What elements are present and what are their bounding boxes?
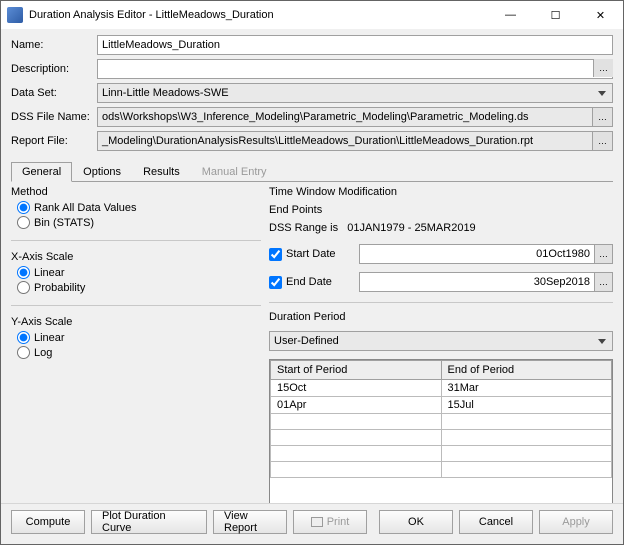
close-button[interactable]: ✕ (578, 1, 623, 29)
xaxis-group: X-Axis Scale Linear Probability (11, 251, 261, 295)
name-input[interactable] (97, 35, 613, 55)
tab-manual-entry: Manual Entry (191, 162, 278, 182)
table-row[interactable] (271, 462, 612, 478)
reportfile-label: Report File: (11, 135, 97, 147)
description-label: Description: (11, 63, 97, 75)
button-bar: Compute Plot Duration Curve View Report … (1, 503, 623, 544)
endpoints-label: End Points (269, 204, 613, 216)
table-row[interactable] (271, 414, 612, 430)
duration-table[interactable]: Start of Period End of Period 15Oct31Mar… (269, 359, 613, 503)
reportfile-browse-button[interactable]: … (592, 132, 612, 150)
tab-results[interactable]: Results (132, 162, 191, 182)
dssfile-label: DSS File Name: (11, 111, 97, 123)
tab-general[interactable]: General (11, 162, 72, 182)
enddate-picker-button[interactable]: … (594, 273, 612, 291)
cancel-button[interactable]: Cancel (459, 510, 533, 534)
maximize-button[interactable]: ☐ (533, 1, 578, 29)
right-column: Time Window Modification End Points DSS … (269, 186, 613, 497)
header-form: Name: Description: … Data Set: Linn-Litt… (1, 29, 623, 157)
name-label: Name: (11, 39, 97, 51)
startdate-picker-button[interactable]: … (594, 245, 612, 263)
minimize-button[interactable]: — (488, 1, 533, 29)
xaxis-title: X-Axis Scale (11, 251, 261, 263)
left-column: Method Rank All Data Values Bin (STATS) … (11, 186, 261, 497)
dss-range-value: 01JAN1979 - 25MAR2019 (347, 222, 475, 234)
duration-selector[interactable]: User-Defined (269, 331, 613, 351)
titlebar: Duration Analysis Editor - LittleMeadows… (1, 1, 623, 29)
dssfile-field[interactable]: ods\Workshops\W3_Inference_Modeling\Para… (97, 107, 613, 127)
enddate-checkbox[interactable] (269, 276, 282, 289)
table-row[interactable]: 15Oct31Mar (271, 380, 612, 397)
reportfile-field[interactable]: _Modeling\DurationAnalysisResults\Little… (97, 131, 613, 151)
tab-body-general: Method Rank All Data Values Bin (STATS) … (1, 182, 623, 503)
startdate-input[interactable] (359, 244, 613, 264)
apply-button: Apply (539, 510, 613, 534)
xaxis-prob-radio[interactable] (17, 281, 30, 294)
col-start-header[interactable]: Start of Period (271, 361, 442, 380)
compute-button[interactable]: Compute (11, 510, 85, 534)
app-window: Duration Analysis Editor - LittleMeadows… (0, 0, 624, 545)
dss-range-label: DSS Range is (269, 222, 338, 234)
view-report-button[interactable]: View Report (213, 510, 287, 534)
window-title: Duration Analysis Editor - LittleMeadows… (29, 9, 488, 21)
method-rank-radio[interactable] (17, 201, 30, 214)
xaxis-linear-radio[interactable] (17, 266, 30, 279)
yaxis-linear-label: Linear (34, 332, 65, 344)
yaxis-log-label: Log (34, 347, 52, 359)
method-title: Method (11, 186, 261, 198)
timewin-title: Time Window Modification (269, 186, 613, 198)
dssfile-browse-button[interactable]: … (592, 108, 612, 126)
method-bin-radio[interactable] (17, 216, 30, 229)
ok-button[interactable]: OK (379, 510, 453, 534)
method-bin-label: Bin (STATS) (34, 217, 94, 229)
tab-strip: General Options Results Manual Entry (11, 161, 613, 182)
print-icon (311, 517, 323, 527)
yaxis-log-radio[interactable] (17, 346, 30, 359)
table-row[interactable] (271, 446, 612, 462)
dataset-label: Data Set: (11, 87, 97, 99)
yaxis-linear-radio[interactable] (17, 331, 30, 344)
method-rank-label: Rank All Data Values (34, 202, 137, 214)
tab-options[interactable]: Options (72, 162, 132, 182)
dataset-combo[interactable]: Linn-Little Meadows-SWE (97, 83, 613, 103)
table-row[interactable] (271, 430, 612, 446)
xaxis-linear-label: Linear (34, 267, 65, 279)
description-expand-button[interactable]: … (593, 59, 613, 77)
duration-title: Duration Period (269, 311, 613, 323)
description-input[interactable] (97, 59, 613, 79)
enddate-input[interactable] (359, 272, 613, 292)
xaxis-prob-label: Probability (34, 282, 85, 294)
startdate-label: Start Date (286, 248, 336, 260)
plot-button[interactable]: Plot Duration Curve (91, 510, 207, 534)
print-button: Print (293, 510, 367, 534)
yaxis-group: Y-Axis Scale Linear Log (11, 316, 261, 360)
table-row[interactable]: 01Apr15Jul (271, 397, 612, 414)
startdate-checkbox[interactable] (269, 248, 282, 261)
app-icon (7, 7, 23, 23)
enddate-label: End Date (286, 276, 332, 288)
col-end-header[interactable]: End of Period (441, 361, 612, 380)
method-group: Method Rank All Data Values Bin (STATS) (11, 186, 261, 230)
yaxis-title: Y-Axis Scale (11, 316, 261, 328)
